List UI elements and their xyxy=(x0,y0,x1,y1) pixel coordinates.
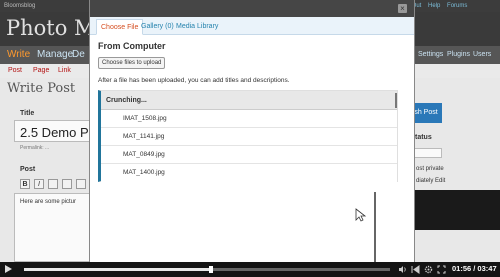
status-label: tatus xyxy=(415,134,432,141)
list-item: MAT_0849.jpg xyxy=(101,146,397,164)
subnav-page[interactable]: Page xyxy=(33,67,49,74)
media-tabs: Choose File Gallery (0) Media Library xyxy=(90,17,414,35)
status-select[interactable] xyxy=(414,148,442,158)
publish-immediately-text: diately Edit xyxy=(416,178,446,184)
subnav-link[interactable]: Link xyxy=(58,67,71,74)
seek-bar[interactable] xyxy=(24,266,390,273)
permalink-text: Permalink: ... xyxy=(20,145,50,151)
bullet-list-button[interactable] xyxy=(62,179,72,189)
seek-handle[interactable] xyxy=(208,266,213,273)
forums-link[interactable]: Forums xyxy=(447,3,467,9)
settings-icon[interactable] xyxy=(424,265,433,274)
admin-top-bar-left: Bloomsblog xyxy=(4,3,36,9)
list-item: MAT_1141.jpg xyxy=(101,128,397,146)
play-icon[interactable] xyxy=(5,265,12,273)
numbered-list-button[interactable] xyxy=(76,179,86,189)
post-title-input[interactable]: 2.5 Demo Po xyxy=(20,125,96,140)
keep-private-text: ost private xyxy=(416,166,444,172)
nav-users[interactable]: Users xyxy=(473,51,491,58)
nav-write[interactable]: Write xyxy=(7,49,30,60)
list-item: IMAT_1508.jpg xyxy=(101,110,397,128)
nav-settings[interactable]: Settings xyxy=(418,51,443,58)
crunching-status: Crunching... xyxy=(101,91,397,110)
help-link[interactable]: Help xyxy=(428,3,440,9)
volume-icon[interactable] xyxy=(398,265,407,274)
list-item: MAT_1400.jpg xyxy=(101,164,397,182)
upload-queue: Crunching... IMAT_1508.jpg MAT_1141.jpg … xyxy=(98,90,398,182)
italic-button[interactable]: I xyxy=(34,179,44,189)
strikethrough-button[interactable] xyxy=(48,179,58,189)
tab-media-library[interactable]: Media Library xyxy=(172,19,222,35)
post-content-text: Here are some pictur xyxy=(20,199,77,205)
upload-hint: After a file has been uploaded, you can … xyxy=(98,77,290,84)
rewind-icon[interactable] xyxy=(411,265,420,274)
progress-indicator xyxy=(395,93,397,108)
nav-design[interactable]: De xyxy=(72,49,85,60)
close-icon[interactable]: × xyxy=(398,4,407,13)
choose-files-button[interactable]: Choose files to upload xyxy=(98,57,166,69)
scrollbar[interactable] xyxy=(374,192,376,262)
dialog-titlebar: × xyxy=(90,0,414,17)
video-controls: 01:56 / 03:47 xyxy=(0,262,500,277)
subnav-post[interactable]: Post xyxy=(8,67,22,74)
sidebar-dark-box xyxy=(410,190,500,230)
upload-dialog: × Choose File Gallery (0) Media Library … xyxy=(89,0,415,262)
seek-bar-progress xyxy=(24,268,211,271)
post-label: Post xyxy=(20,166,36,173)
time-readout: 01:56 / 03:47 xyxy=(452,264,497,273)
fullscreen-icon[interactable] xyxy=(437,265,446,274)
page-heading: Write Post xyxy=(7,81,76,96)
bold-button[interactable]: B xyxy=(20,179,30,189)
mouse-cursor-icon xyxy=(355,208,367,222)
title-label: Title xyxy=(20,110,35,117)
nav-manage[interactable]: Manage xyxy=(37,49,73,60)
section-title: From Computer xyxy=(98,41,166,51)
nav-plugins[interactable]: Plugins xyxy=(447,51,470,58)
